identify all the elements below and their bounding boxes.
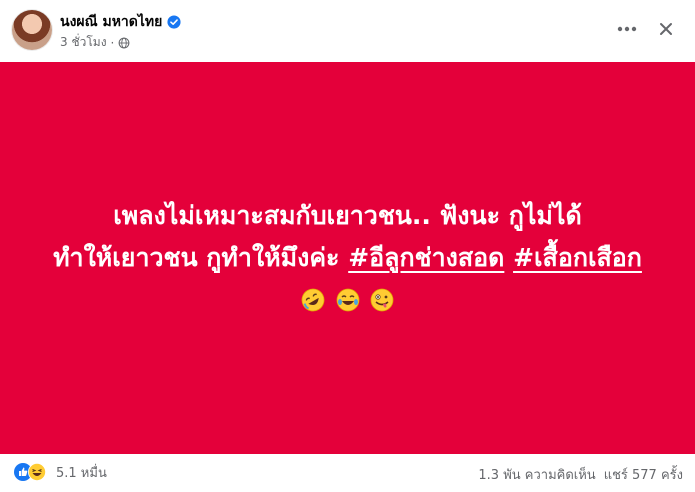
meta-separator: ·	[110, 35, 115, 50]
reaction-count: 5.1 หมื่น	[56, 466, 107, 481]
engagement-stats: 1.3 พัน ความคิดเห็น แชร์ 577 ครั้ง	[478, 464, 683, 485]
hashtag-link[interactable]: #เสื้อกเสือก	[513, 243, 642, 272]
post-header: นงผณี มหาดไทย 3 ชั่วโมง ·	[0, 0, 695, 62]
haha-reaction-icon	[28, 462, 46, 481]
facebook-post: นงผณี มหาดไทย 3 ชั่วโมง · เพลงไม่เหมาะสม…	[0, 0, 695, 492]
post-text-line1: เพลงไม่เหมาะสมกับเยาวชน.. ฟังนะ กูไม่ได้	[113, 201, 582, 230]
tears-of-joy-emoji-icon	[336, 288, 359, 312]
post-content-background: เพลงไม่เหมาะสมกับเยาวชน.. ฟังนะ กูไม่ได้…	[0, 62, 695, 454]
post-text: เพลงไม่เหมาะสมกับเยาวชน.. ฟังนะ กูไม่ได้…	[38, 195, 658, 321]
timestamp[interactable]: 3 ชั่วโมง	[60, 33, 107, 52]
close-icon	[660, 23, 672, 35]
post-meta: 3 ชั่วโมง ·	[60, 33, 130, 52]
rolling-on-floor-laughing-emoji-icon	[301, 288, 325, 312]
hashtag-link[interactable]: #อีลูกช่างสอด	[348, 243, 504, 272]
close-button[interactable]	[651, 14, 681, 44]
author-row: นงผณี มหาดไทย	[60, 11, 181, 33]
post-text-line2: ทำให้เยาวชน กูทำให้มึงค่ะ	[53, 243, 340, 272]
more-dots-icon	[617, 26, 637, 32]
author-name[interactable]: นงผณี มหาดไทย	[60, 11, 162, 33]
verified-badge-icon	[167, 15, 181, 29]
more-options-button[interactable]	[612, 14, 642, 44]
comments-count-link[interactable]: 1.3 พัน ความคิดเห็น	[478, 464, 595, 485]
avatar[interactable]	[12, 10, 52, 50]
zany-face-emoji-icon	[370, 288, 394, 312]
post-footer: 5.1 หมื่น 1.3 พัน ความคิดเห็น แชร์ 577 ค…	[0, 456, 695, 492]
shares-count-link[interactable]: แชร์ 577 ครั้ง	[604, 464, 683, 485]
reaction-icons	[14, 462, 50, 483]
globe-icon[interactable]	[118, 37, 130, 49]
reactions-summary[interactable]: 5.1 หมื่น	[14, 462, 107, 483]
